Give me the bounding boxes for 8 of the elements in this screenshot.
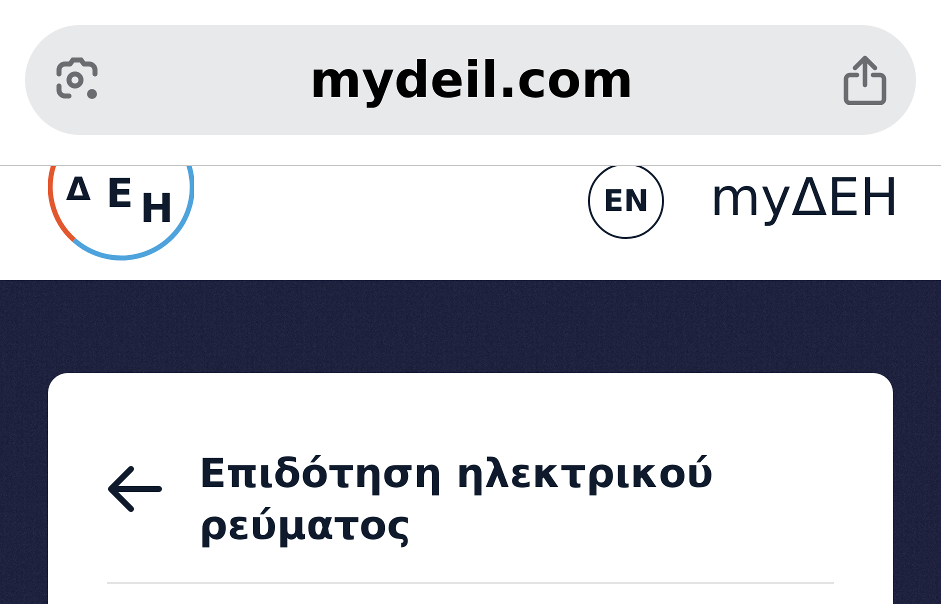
address-bar[interactable]: mydeil.com — [25, 25, 916, 135]
logo[interactable]: Δ Ε Η — [48, 166, 194, 262]
share-icon[interactable] — [842, 55, 888, 105]
page-title: Επιδότηση ηλεκτρικού ρεύματος — [199, 450, 714, 551]
url-text[interactable]: mydeil.com — [310, 42, 634, 118]
back-arrow-icon[interactable] — [107, 465, 163, 513]
language-button[interactable]: EN — [588, 166, 664, 239]
mydei-link[interactable]: myΔΕΗ — [710, 172, 899, 224]
